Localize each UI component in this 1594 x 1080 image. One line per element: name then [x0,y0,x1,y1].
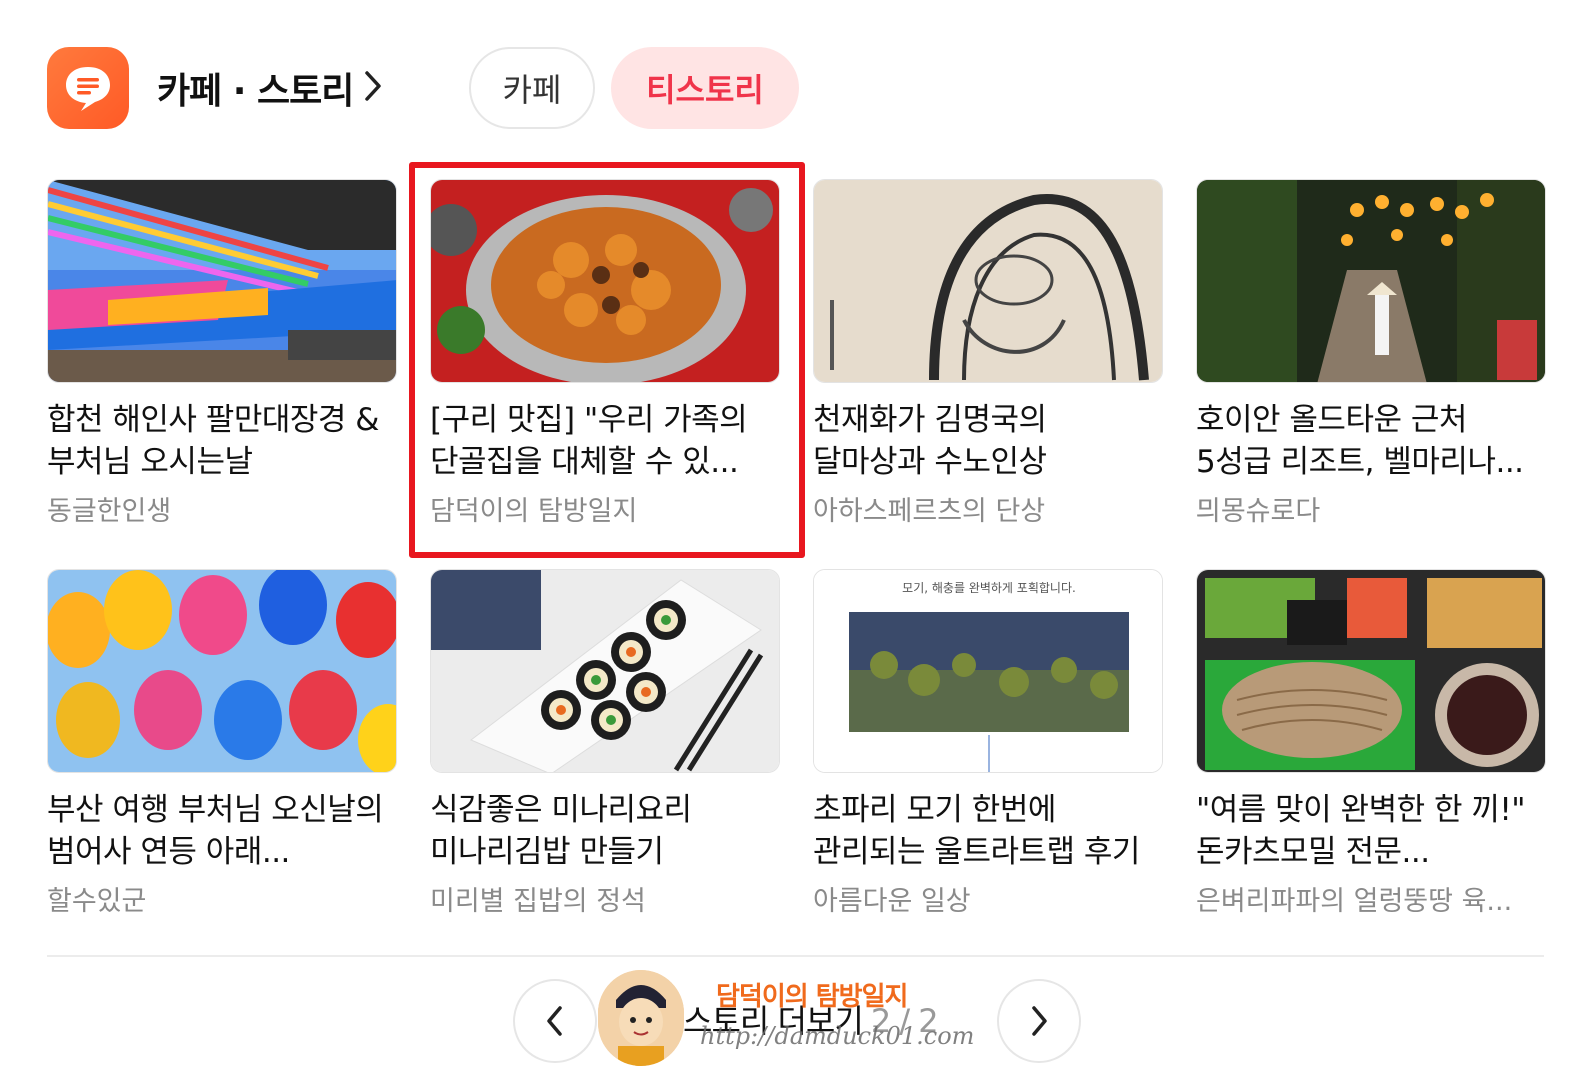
watermark-name: 담덕이의 탐방일지 [716,982,908,1012]
thumbnail-caption: 모기, 해충를 완벽하게 포획합니다. [902,581,1076,595]
prev-page-button[interactable] [513,979,597,1063]
next-page-button[interactable] [997,979,1081,1063]
card-source[interactable]: 은벼리파파의 얼렁뚱땅 육... [1196,879,1546,918]
card-title[interactable]: 식감좋은 미나리요리 미나리김밥 만들기 [430,789,780,873]
thumbnail-image[interactable] [430,569,780,773]
section-title[interactable]: 카페 · 스토리 [157,62,354,114]
thumbnail-image[interactable] [1196,569,1546,773]
tab-tistory[interactable]: 티스토리 [611,47,799,129]
card-source[interactable]: 아름다운 일상 [813,879,1163,918]
card-title[interactable]: 부산 여행 부처님 오신날의 범어사 연등 아래... [47,789,397,873]
card-source[interactable]: 아하스페르츠의 단상 [813,489,1163,528]
card-title[interactable]: "여름 맞이 완벽한 한 끼!" 돈카츠모밀 전문... [1196,789,1546,873]
story-card[interactable]: [구리 맛집] "우리 가족의 단골집을 대체할 수 있... 담덕이의 탐방일… [430,179,780,528]
story-card[interactable]: 부산 여행 부처님 오신날의 범어사 연등 아래... 할수있군 [47,569,397,918]
thumbnail-image[interactable] [430,179,780,383]
story-card[interactable]: 천재화가 김명국의 달마상과 수노인상 아하스페르츠의 단상 [813,179,1163,528]
card-title[interactable]: 호이안 올드타운 근처 5성급 리조트, 벨마리나... [1196,399,1546,483]
card-title[interactable]: [구리 맛집] "우리 가족의 단골집을 대체할 수 있... [430,399,780,483]
card-source[interactable]: 동글한인생 [47,489,397,528]
chevron-right-icon[interactable] [363,69,383,107]
story-card[interactable]: 모기, 해충를 완벽하게 포획합니다. 초파리 모기 한번에 관리되는 울트라트… [813,569,1163,918]
thumbnail-image[interactable] [47,179,397,383]
card-source[interactable]: 담덕이의 탐방일지 [430,489,780,528]
card-source[interactable]: 할수있군 [47,879,397,918]
chat-bubble-logo-icon [47,47,129,129]
story-card[interactable]: 식감좋은 미나리요리 미나리김밥 만들기 미리별 집밥의 정석 [430,569,780,918]
story-card[interactable]: 합천 해인사 팔만대장경 & 부처님 오시는날 동글한인생 [47,179,397,528]
story-card[interactable]: 호이안 올드타운 근처 5성급 리조트, 벨마리나... 믜몽슈로다 [1196,179,1546,528]
card-source[interactable]: 미리별 집밥의 정석 [430,879,780,918]
thumbnail-image[interactable] [47,569,397,773]
chevron-right-icon [1032,1006,1047,1036]
thumbnail-image[interactable] [813,179,1163,383]
divider [47,955,1544,957]
card-title[interactable]: 초파리 모기 한번에 관리되는 울트라트랩 후기 [813,789,1163,873]
thumbnail-image[interactable] [1196,179,1546,383]
thumbnail-image[interactable]: 모기, 해충를 완벽하게 포획합니다. [813,569,1163,773]
story-card[interactable]: "여름 맞이 완벽한 한 끼!" 돈카츠모밀 전문... 은벼리파파의 얼렁뚱땅… [1196,569,1546,918]
watermark-avatar [598,970,684,1066]
chevron-left-icon [547,1006,562,1036]
card-title[interactable]: 합천 해인사 팔만대장경 & 부처님 오시는날 [47,399,397,483]
card-source[interactable]: 믜몽슈로다 [1196,489,1546,528]
card-title[interactable]: 천재화가 김명국의 달마상과 수노인상 [813,399,1163,483]
watermark-url: http://damduck01.com [700,1022,975,1050]
section-header: 카페 · 스토리 [47,47,383,129]
tab-cafe[interactable]: 카페 [469,47,595,129]
